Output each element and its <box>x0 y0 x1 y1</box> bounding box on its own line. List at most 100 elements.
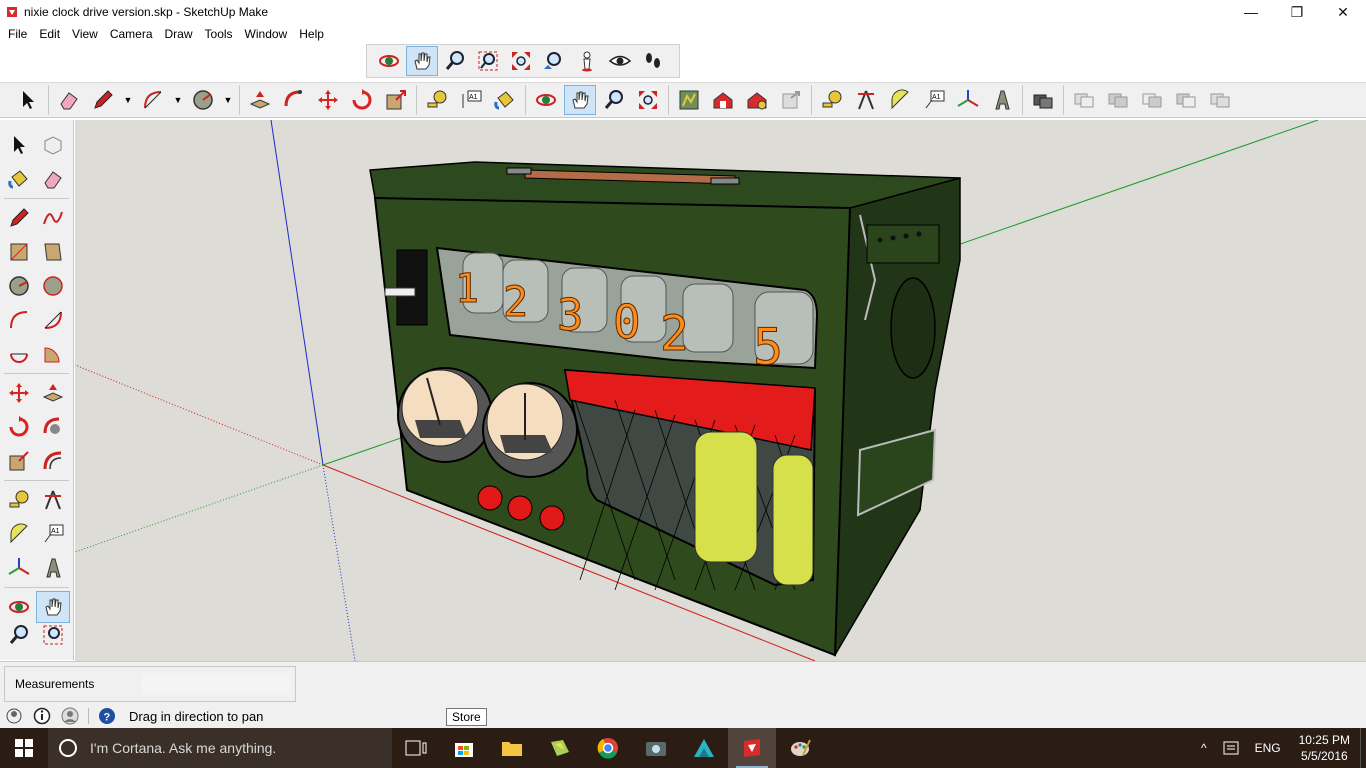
extension-warehouse-button[interactable] <box>741 85 773 115</box>
follow-me-button-left[interactable] <box>36 411 70 443</box>
chrome-app[interactable] <box>584 728 632 768</box>
line-tool-dropdown-icon[interactable]: ▼ <box>121 95 135 105</box>
line-tool-button[interactable] <box>87 85 119 115</box>
instructor-help-icon[interactable]: ? <box>97 706 117 726</box>
move-button-left[interactable] <box>2 377 36 409</box>
autodesk-app[interactable] <box>680 728 728 768</box>
zoom-window-button-left[interactable] <box>36 624 70 646</box>
menu-tools[interactable]: Tools <box>199 27 239 41</box>
trim-button[interactable] <box>1170 85 1202 115</box>
walk-button[interactable] <box>637 46 669 76</box>
zoom-extents-button-main[interactable] <box>632 85 664 115</box>
camera-app[interactable] <box>632 728 680 768</box>
menu-camera[interactable]: Camera <box>104 27 159 41</box>
scale-button-left[interactable] <box>2 445 36 477</box>
previous-view-button[interactable] <box>538 46 570 76</box>
outer-shell-button[interactable] <box>1027 85 1059 115</box>
menu-draw[interactable]: Draw <box>159 27 199 41</box>
look-around-button[interactable] <box>604 46 636 76</box>
orbit-button-left[interactable] <box>2 591 36 623</box>
freehand-button[interactable] <box>36 202 70 234</box>
geolocation-icon[interactable] <box>4 706 24 726</box>
circle-button[interactable] <box>2 270 36 302</box>
3d-text-button[interactable] <box>986 85 1018 115</box>
menu-edit[interactable]: Edit <box>33 27 66 41</box>
paint-bucket-button-left[interactable] <box>2 163 36 195</box>
zoom-tool-button[interactable] <box>439 46 471 76</box>
share-model-button[interactable] <box>775 85 807 115</box>
line-button-left[interactable] <box>2 202 36 234</box>
store-app[interactable] <box>440 728 488 768</box>
select-tool-button[interactable] <box>12 85 44 115</box>
intersect-button[interactable] <box>1068 85 1100 115</box>
rectangle-button[interactable] <box>2 236 36 268</box>
axes-tape-button[interactable] <box>816 85 848 115</box>
user-account-icon[interactable] <box>60 706 80 726</box>
push-pull-button-left[interactable] <box>36 377 70 409</box>
maximize-button[interactable]: ❐ <box>1274 0 1320 24</box>
scale-tool-button[interactable] <box>380 85 412 115</box>
zoom-button-left[interactable] <box>2 624 36 646</box>
text-button-left[interactable]: A1 <box>36 518 70 550</box>
paint-app[interactable] <box>776 728 824 768</box>
arc-tool-dropdown-icon[interactable]: ▼ <box>171 95 185 105</box>
credits-info-icon[interactable] <box>32 706 52 726</box>
tape-measure-button[interactable] <box>421 85 453 115</box>
minimize-button[interactable]: — <box>1228 0 1274 24</box>
zoom-extents-button[interactable] <box>505 46 537 76</box>
position-camera-button[interactable] <box>571 46 603 76</box>
drawing-area[interactable]: 1 2 3 0 2 5 <box>75 120 1366 661</box>
dimension-button-left[interactable] <box>36 484 70 516</box>
zoom-button-main[interactable] <box>598 85 630 115</box>
start-button[interactable] <box>0 728 48 768</box>
menu-window[interactable]: Window <box>239 27 294 41</box>
menu-help[interactable]: Help <box>293 27 330 41</box>
make-component-button[interactable] <box>36 129 70 161</box>
rotate-button-left[interactable] <box>2 411 36 443</box>
show-desktop-button[interactable] <box>1360 728 1366 768</box>
protractor-button[interactable] <box>850 85 882 115</box>
menu-view[interactable]: View <box>66 27 104 41</box>
shape-tool-button[interactable] <box>187 85 219 115</box>
maps-app[interactable] <box>536 728 584 768</box>
task-view-button[interactable] <box>392 728 440 768</box>
language-indicator[interactable]: ENG <box>1247 741 1289 755</box>
axes-button-left[interactable] <box>2 552 36 584</box>
tape-measure-button-left[interactable] <box>2 484 36 516</box>
offset-button[interactable] <box>36 445 70 477</box>
orbit-tool-button[interactable] <box>373 46 405 76</box>
pie-button[interactable] <box>36 338 70 370</box>
text-tool-button[interactable]: A1 <box>918 85 950 115</box>
arc-button-left[interactable] <box>2 304 36 336</box>
pan-tool-button[interactable] <box>406 46 438 76</box>
system-clock[interactable]: 10:25 PM 5/5/2016 <box>1289 732 1360 764</box>
orbit-button-main[interactable] <box>530 85 562 115</box>
split-button[interactable] <box>1204 85 1236 115</box>
pan-button-left[interactable] <box>36 591 70 623</box>
3d-text-button-left[interactable] <box>36 552 70 584</box>
sketchup-app[interactable] <box>728 728 776 768</box>
protractor-arc-button[interactable] <box>884 85 916 115</box>
three-point-arc-button[interactable] <box>2 338 36 370</box>
two-point-arc-button[interactable] <box>36 304 70 336</box>
show-hidden-icons-chevron-icon[interactable]: ^ <box>1193 741 1215 755</box>
menu-file[interactable]: File <box>2 27 33 41</box>
3d-warehouse-button[interactable] <box>707 85 739 115</box>
paint-bucket-button[interactable] <box>489 85 521 115</box>
shape-tool-dropdown-icon[interactable]: ▼ <box>221 95 235 105</box>
arc-tool-button[interactable] <box>137 85 169 115</box>
protractor-button-left[interactable] <box>2 518 36 550</box>
eraser-button-left[interactable] <box>36 163 70 195</box>
rotated-rectangle-button[interactable] <box>36 236 70 268</box>
dimension-button[interactable]: A1 <box>455 85 487 115</box>
action-center-icon[interactable] <box>1215 741 1247 755</box>
move-tool-button[interactable] <box>312 85 344 115</box>
file-explorer-app[interactable] <box>488 728 536 768</box>
union-button[interactable] <box>1102 85 1134 115</box>
rotate-tool-button[interactable] <box>346 85 378 115</box>
follow-me-button[interactable] <box>278 85 310 115</box>
subtract-button[interactable] <box>1136 85 1168 115</box>
push-pull-button[interactable] <box>244 85 276 115</box>
polygon-button[interactable] <box>36 270 70 302</box>
close-button[interactable]: ✕ <box>1320 0 1366 24</box>
